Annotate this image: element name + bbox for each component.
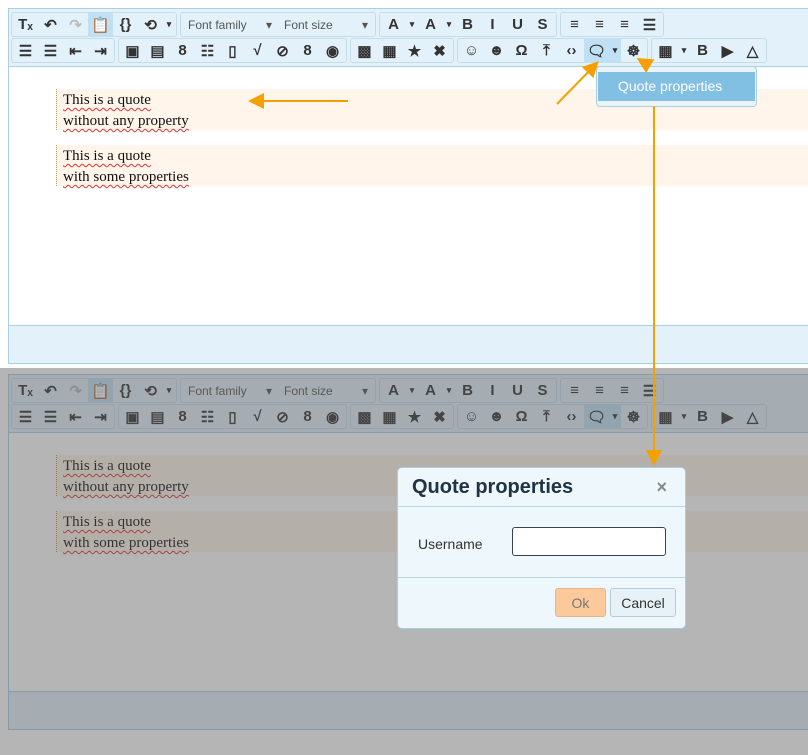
align-center-icon[interactable]: ≡: [587, 13, 612, 36]
bullet-list-icon[interactable]: ☰: [13, 39, 38, 62]
mask-icon[interactable]: ☸: [621, 39, 646, 62]
source-code-icon[interactable]: {}: [113, 13, 138, 36]
italic-icon[interactable]: I: [480, 13, 505, 36]
image-icon[interactable]: ▩: [352, 39, 377, 62]
toolbar: Tₓ ↶ ↷ 📋{} ⟲ ▾ Font family ▾ Font size ▾ A ▾ A ▾ B I U S ≡…: [9, 9, 808, 67]
outdent-icon[interactable]: ⇤: [63, 39, 88, 62]
code-file-icon[interactable]: ‹›: [559, 39, 584, 62]
image-gallery-icon[interactable]: ▣: [120, 39, 145, 62]
paste-icon[interactable]: 📋: [88, 13, 113, 36]
chevron-down-icon: ▾: [265, 17, 272, 32]
clear-format-icon[interactable]: Tₓ: [13, 13, 38, 36]
bold-icon[interactable]: B: [455, 13, 480, 36]
toolbar-row1: Tₓ ↶ ↷ 📋{} ⟲ ▾ Font family ▾ Font size ▾ A ▾ A ▾ B I U S ≡…: [11, 12, 664, 37]
quote-text: with some properties: [63, 169, 189, 185]
chevron-down-icon: ▾: [361, 17, 368, 32]
toolbar-group: ▩ ▦ ★ ✖: [350, 38, 454, 63]
close-icon[interactable]: ×: [656, 477, 667, 498]
hide-icon[interactable]: ⊘: [270, 39, 295, 62]
strikethrough-icon[interactable]: S: [530, 13, 555, 36]
numbered-list-icon[interactable]: ☰: [38, 39, 63, 62]
dialog-header: Quote properties ×: [398, 468, 685, 507]
indent-icon[interactable]: ⇥: [88, 39, 113, 62]
toolbar-group: ▦ ▾ B ▶ △: [651, 38, 767, 63]
font-size-select-label: Font size: [284, 17, 333, 32]
toolbar-group: Font family ▾ Font size ▾: [180, 12, 376, 37]
dialog-footer: Ok Cancel: [398, 578, 685, 628]
bold-alt-icon[interactable]: B: [690, 39, 715, 62]
align-justify-icon[interactable]: ☰: [637, 13, 662, 36]
status-bar: [9, 325, 808, 363]
news-icon[interactable]: ☷: [195, 39, 220, 62]
unlink-icon[interactable]: ✖: [427, 39, 452, 62]
quote-text: without any property: [63, 113, 189, 129]
align-left-icon[interactable]: ≡: [562, 13, 587, 36]
google-icon[interactable]: 8: [170, 39, 195, 62]
table-icon[interactable]: ▦: [653, 39, 678, 62]
toolbar-group: A ▾ A ▾ B I U S: [379, 12, 557, 37]
upload-icon[interactable]: ⤒: [534, 39, 559, 62]
ok-button[interactable]: Ok: [555, 588, 606, 617]
emoticon-icon[interactable]: ☺: [459, 39, 484, 62]
blockquote[interactable]: This is a quote with some properties: [56, 145, 808, 186]
special-char-icon[interactable]: Ω: [509, 39, 534, 62]
toolbar-group: ☺ ☻ Ω ⤒ ‹› 🗨 ▾ ☸: [457, 38, 648, 63]
username-label: Username: [418, 536, 483, 552]
dialog-title: Quote properties: [412, 475, 574, 498]
shutter-icon[interactable]: ◉: [320, 39, 345, 62]
chevron-down-icon[interactable]: ▾: [163, 13, 175, 36]
chevron-down-icon[interactable]: ▾: [678, 39, 690, 62]
font-color-icon[interactable]: A: [381, 13, 406, 36]
undo-icon[interactable]: ↶: [38, 13, 63, 36]
emoticon-cool-icon[interactable]: ☻: [484, 39, 509, 62]
toolbar-group: ▣ ▤ 8 ☷ ▯ √ ⊘ 8 ◉: [118, 38, 347, 63]
quote-icon[interactable]: 🗨: [584, 39, 609, 62]
redo-icon[interactable]: ↷: [63, 13, 88, 36]
quote-properties-dialog: Quote properties × Username Ok Cancel: [397, 467, 686, 629]
font-size-select[interactable]: Font size ▾: [278, 13, 374, 36]
chevron-down-icon[interactable]: ▾: [406, 13, 418, 36]
menu-item-quote-properties[interactable]: Quote properties: [598, 72, 755, 101]
font-family-select-label: Font family: [188, 17, 247, 32]
toolbar-row2: ☰ ☰ ⇤ ⇥ ▣ ▤ 8 ☷ ▯ √ ⊘ 8 ◉ ▩ ▦ ★ ✖ ☺ ☻ Ω ⤒ ‹› 🗨 ▾ ☸ ▦ ▾ B ▶ △: [11, 38, 767, 63]
quote-dropdown-menu: Quote properties: [596, 66, 757, 107]
sqrt-icon[interactable]: √: [245, 39, 270, 62]
document-image-icon[interactable]: ▤: [145, 39, 170, 62]
quote-text: This is a quote: [63, 148, 151, 164]
media-icon[interactable]: ▦: [377, 39, 402, 62]
page-icon[interactable]: ▯: [220, 39, 245, 62]
chevron-down-icon[interactable]: ▾: [609, 39, 621, 62]
underline-icon[interactable]: U: [505, 13, 530, 36]
chevron-down-icon[interactable]: ▾: [443, 13, 455, 36]
history-icon[interactable]: ⟲: [138, 13, 163, 36]
drive-icon[interactable]: △: [740, 39, 765, 62]
editor-top: Tₓ ↶ ↷ 📋{} ⟲ ▾ Font family ▾ Font size ▾ A ▾ A ▾ B I U S ≡…: [8, 8, 808, 364]
toolbar-group: ≡ ≡ ≡ ☰: [560, 12, 664, 37]
toolbar-group: ☰ ☰ ⇤ ⇥: [11, 38, 115, 63]
google-alt-icon[interactable]: 8: [295, 39, 320, 62]
toolbar-group: Tₓ ↶ ↷ 📋{} ⟲ ▾: [11, 12, 177, 37]
link-icon[interactable]: ★: [402, 39, 427, 62]
dialog-body: Username: [398, 507, 685, 578]
align-right-icon[interactable]: ≡: [612, 13, 637, 36]
username-input[interactable]: [512, 527, 666, 556]
cancel-button[interactable]: Cancel: [610, 588, 676, 617]
quote-text: This is a quote: [63, 92, 151, 108]
background-color-icon[interactable]: A: [418, 13, 443, 36]
font-family-select[interactable]: Font family ▾: [182, 13, 278, 36]
video-icon[interactable]: ▶: [715, 39, 740, 62]
